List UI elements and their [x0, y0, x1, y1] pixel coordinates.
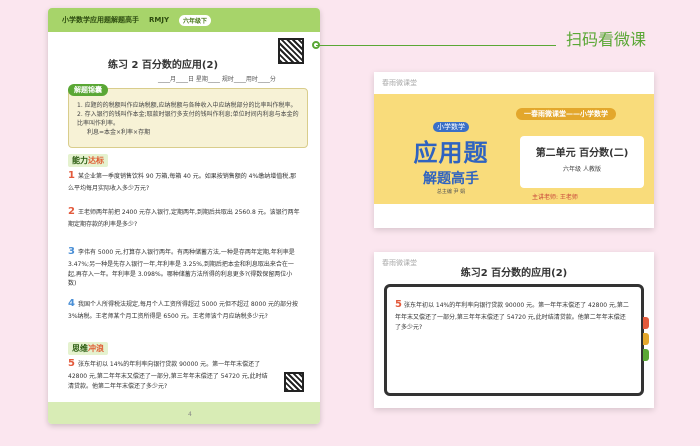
question-3: 3 李伟有 5000 元,打算存入银行两年。有两种储蓄方法,一种是存两年定期,年利…	[68, 244, 300, 289]
grade-badge: 六年级下	[179, 14, 212, 26]
cover-author: 总主编 尹 娟	[436, 189, 466, 195]
card-footer	[374, 204, 654, 228]
cover-title: 小学数学 应用题 解题高手 总主编 尹 娟	[396, 114, 506, 195]
question-text: 王老师两年前把 2400 元存入银行,定期两年,到期后共取出 2560.8 元。…	[68, 209, 300, 228]
section-thinking-label: 思维	[72, 344, 88, 353]
question-1: 1 某企业第一季度销售饮料 90 万箱,每箱 40 元。如果按销售额的 4%缴纳增…	[68, 168, 300, 194]
page-number: 4	[188, 411, 192, 418]
section-ability-sub: 达标	[88, 156, 104, 165]
cover-title-main: 应用题	[413, 139, 489, 167]
section-thinking-sub: 冲浪	[88, 344, 104, 353]
connector-line	[316, 45, 556, 46]
question-text: 某企业第一季度销售饮料 90 万箱,每箱 40 元。如果按销售额的 4%缴纳增值…	[68, 173, 297, 192]
question-num: 1	[68, 170, 75, 181]
question-text: 我国个人所得税法规定,每月个人工资所得超过 5000 元但不超过 8000 元的…	[68, 301, 299, 320]
unit-box: 第二单元 百分数(二) 六年级 人教版	[520, 136, 644, 188]
question-num: 3	[68, 246, 75, 257]
cover-banner: 小学数学 应用题 解题高手 总主编 尹 娟 一春雨微课堂——小学数学 第二单元 …	[374, 94, 654, 204]
cover-title-sub: 解题高手	[423, 171, 479, 187]
section-ability: 能力达标	[68, 154, 108, 167]
teacher-label: 主讲老师: 王老师	[532, 194, 578, 201]
unit-grade: 六年级 人教版	[563, 166, 601, 173]
brand-logo: 春雨微课堂	[382, 79, 417, 87]
question-num: 2	[68, 206, 75, 217]
section-thinking: 思维冲浪	[68, 342, 108, 355]
tip-line: 1. 应题的的税额叫作应纳税额,应纳税额与各种收入中应纳税部分的比率叫作税率。	[77, 102, 297, 109]
question-text: 张东年初以 14%的年利率向银行贷款 90000 元。第一年年末偿还了 4280…	[68, 361, 268, 390]
workbook-page: 小学数学应用题解题高手 RMJY 六年级下 练习 2 百分数的应用(2) ___…	[48, 8, 320, 424]
tip-line: 利息=本金×利率×存期	[87, 129, 151, 136]
video-cover-card[interactable]: 春雨微课堂 小学数学 应用题 解题高手 总主编 尹 娟 一春雨微课堂——小学数学…	[374, 72, 654, 228]
series-label: 一春雨微课堂——小学数学	[516, 108, 616, 120]
board-tab-orange	[643, 333, 649, 345]
question-text: 张东年初以 14%的年利率向银行贷款 90000 元。第一年年末偿还了 4280…	[395, 302, 629, 331]
lesson-card-title: 练习2 百分数的应用(2)	[460, 268, 568, 279]
cover-small-label: 小学数学	[433, 122, 469, 132]
workbook-header-title: 小学数学应用题解题高手	[62, 16, 139, 24]
tip-box: 1. 应题的的税额叫作应纳税额,应纳税额与各种收入中应纳税部分的比率叫作税率。 …	[68, 88, 308, 148]
tip-tag: 解题锦囊	[68, 84, 108, 96]
scan-label: 扫码看微课	[566, 30, 647, 49]
board-question: 5 张东年初以 14%的年利率向银行贷款 90000 元。第一年年末偿还了 428…	[395, 297, 631, 332]
question-4: 4 我国个人所得税法规定,每月个人工资所得超过 5000 元但不超过 8000 元…	[68, 296, 300, 322]
video-lesson-card[interactable]: 春雨微课堂 练习2 百分数的应用(2) 5 张东年初以 14%的年利率向银行贷款 …	[374, 252, 654, 408]
workbook-header: 小学数学应用题解题高手 RMJY 六年级下	[48, 8, 320, 32]
question-num: 4	[68, 298, 75, 309]
question-5: 5 张东年初以 14%的年利率向银行贷款 90000 元。第一年年末偿还了 428…	[68, 356, 268, 391]
lesson-title: 练习 2 百分数的应用(2)	[108, 60, 219, 71]
qr-code-icon[interactable]	[278, 38, 304, 64]
unit-title: 第二单元 百分数(二)	[535, 148, 629, 159]
edition-label: RMJY	[149, 16, 170, 24]
board-tab-red	[643, 317, 649, 329]
question-num: 5	[395, 299, 402, 310]
page-footer	[48, 402, 320, 424]
question-2: 2 王老师两年前把 2400 元存入银行,定期两年,到期后共取出 2560.8 元…	[68, 204, 300, 230]
question-text: 李伟有 5000 元,打算存入银行两年。有两种储蓄方法,一种是存两年定期,年利率…	[68, 249, 295, 288]
section-ability-label: 能力	[72, 156, 88, 165]
date-line: ____月____日 星期____ 规时____用时____分	[158, 76, 276, 83]
board-frame: 5 张东年初以 14%的年利率向银行贷款 90000 元。第一年年末偿还了 428…	[384, 284, 649, 396]
qr-code-icon[interactable]	[284, 372, 304, 392]
tip-line: 2. 存入银行的钱叫作本金;取款时银行多支付的钱叫作利息;单位时间内利息与本金的…	[77, 111, 299, 127]
board-tab-green	[643, 349, 649, 361]
question-num: 5	[68, 358, 75, 369]
